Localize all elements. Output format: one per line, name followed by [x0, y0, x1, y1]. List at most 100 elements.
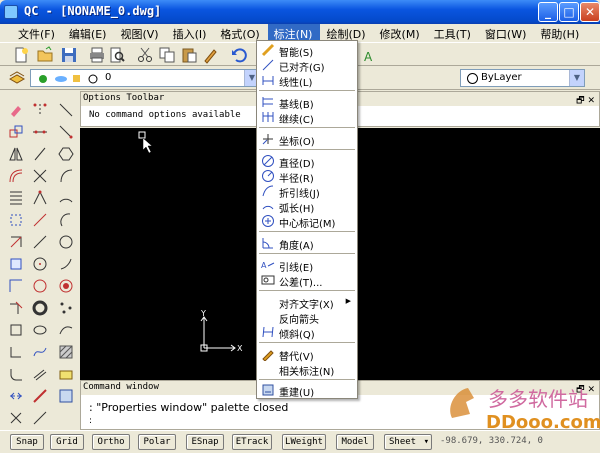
- grid-toggle[interactable]: Grid: [50, 434, 84, 450]
- maximize-button[interactable]: □: [559, 2, 579, 22]
- ray-icon[interactable]: [32, 146, 48, 162]
- point-icon[interactable]: [32, 102, 48, 118]
- menu-item-aligned[interactable]: 已对齐(G): [257, 57, 357, 74]
- menu-item-ordinate[interactable]: 坐标(O): [257, 131, 357, 148]
- menu-item-override[interactable]: 替代(V): [257, 346, 357, 363]
- menu-item-continue[interactable]: 继续(C): [257, 109, 357, 126]
- undo-icon[interactable]: [230, 46, 248, 64]
- menu-item-flip-arrow[interactable]: 反向箭头: [257, 309, 357, 326]
- menu-insert[interactable]: 插入(I): [167, 24, 215, 42]
- polar-toggle[interactable]: Polar: [138, 434, 176, 450]
- menu-view[interactable]: 视图(V): [114, 24, 166, 42]
- cut-icon[interactable]: [136, 46, 154, 64]
- layer-select[interactable]: 0 ▼: [30, 69, 260, 87]
- menu-edit[interactable]: 编辑(E): [63, 24, 115, 42]
- fillet-icon[interactable]: [8, 366, 24, 382]
- menu-item-radius[interactable]: 半径(R): [257, 168, 357, 185]
- save-icon[interactable]: [60, 46, 78, 64]
- line-icon[interactable]: [32, 234, 48, 250]
- color-select[interactable]: ByLayer ▼: [460, 69, 585, 87]
- menu-item-angular[interactable]: 角度(A): [257, 235, 357, 252]
- polyline-icon[interactable]: [32, 190, 48, 206]
- multiline-icon[interactable]: [32, 366, 48, 382]
- copy-icon[interactable]: [158, 46, 176, 64]
- move-icon[interactable]: [8, 212, 24, 228]
- revcloud-icon[interactable]: [58, 256, 74, 272]
- menu-item-oblique[interactable]: 倾斜(Q): [257, 324, 357, 341]
- chevron-down-icon[interactable]: ▼: [569, 70, 584, 86]
- close-button[interactable]: ✕: [580, 2, 600, 22]
- menu-file[interactable]: 文件(F): [0, 24, 63, 42]
- new-file-icon[interactable]: [12, 46, 30, 64]
- menu-item-align-text[interactable]: 对齐文字(X) ▶: [257, 294, 357, 311]
- layer-manager-icon[interactable]: [8, 69, 26, 87]
- match-properties-icon[interactable]: [202, 46, 220, 64]
- lweight-toggle[interactable]: LWeight: [282, 434, 326, 450]
- menu-item-tolerance[interactable]: 公差(T)...: [257, 272, 357, 289]
- ellipse-icon[interactable]: [32, 322, 48, 338]
- menu-item-jogged[interactable]: 折引线(J): [257, 183, 357, 200]
- menu-help[interactable]: 帮助(H): [534, 24, 587, 42]
- menu-modify[interactable]: 修改(M): [374, 24, 428, 42]
- menu-item-arc-length[interactable]: 弧长(H): [257, 198, 357, 215]
- line-tool-icon[interactable]: [58, 102, 74, 118]
- scale-icon[interactable]: [8, 256, 24, 272]
- menu-window[interactable]: 窗口(W): [479, 24, 534, 42]
- construction-line-icon[interactable]: [32, 168, 48, 184]
- arc-icon[interactable]: [58, 190, 74, 206]
- offset-icon[interactable]: [8, 168, 24, 184]
- ortho-toggle[interactable]: Ortho: [92, 434, 130, 450]
- etrack-toggle[interactable]: ETrack: [232, 434, 272, 450]
- print-preview-icon[interactable]: [108, 46, 126, 64]
- region-icon[interactable]: [58, 366, 74, 382]
- trim-icon[interactable]: [8, 300, 24, 316]
- open-file-icon[interactable]: [36, 46, 54, 64]
- hatch-icon[interactable]: [58, 344, 74, 360]
- sketch-icon[interactable]: [32, 388, 48, 404]
- menu-item-smart[interactable]: 智能(S): [257, 42, 357, 59]
- minimize-button[interactable]: _: [538, 2, 558, 22]
- erase-icon[interactable]: [8, 102, 24, 118]
- solid-icon[interactable]: [32, 410, 48, 426]
- xline-icon[interactable]: [32, 124, 48, 140]
- copy-object-icon[interactable]: [8, 124, 24, 140]
- insert-block-icon[interactable]: [58, 322, 74, 338]
- spline-icon[interactable]: [32, 344, 48, 360]
- menu-item-leader[interactable]: A 引线(E): [257, 257, 357, 274]
- extend-icon[interactable]: [8, 322, 24, 338]
- break-icon[interactable]: [8, 344, 24, 360]
- menu-item-diameter[interactable]: 直径(D): [257, 153, 357, 170]
- circle-icon[interactable]: [58, 234, 74, 250]
- menu-item-center-mark[interactable]: 中心标记(M): [257, 213, 357, 230]
- arc-start-icon[interactable]: [58, 212, 74, 228]
- circle-3pt-icon[interactable]: [32, 278, 48, 294]
- menu-item-linear[interactable]: 线性(L): [257, 72, 357, 89]
- construct-line-icon[interactable]: [58, 124, 74, 140]
- paste-icon[interactable]: [180, 46, 198, 64]
- menu-item-associative[interactable]: 相关标注(N): [257, 361, 357, 378]
- circle-center-icon[interactable]: [32, 256, 48, 272]
- menu-tools[interactable]: 工具(T): [428, 24, 479, 42]
- snap-toggle[interactable]: Snap: [10, 434, 44, 450]
- array-icon[interactable]: [8, 190, 24, 206]
- rotate-icon[interactable]: [8, 234, 24, 250]
- arc-3pt-icon[interactable]: [32, 212, 48, 228]
- polygon-icon[interactable]: [58, 146, 74, 162]
- title-bar: QC - [NONAME_0.dwg] _ □ ✕: [0, 0, 600, 24]
- wipeout-icon[interactable]: [58, 278, 74, 294]
- donut-icon[interactable]: [32, 300, 48, 316]
- print-icon[interactable]: [88, 46, 106, 64]
- menu-item-baseline[interactable]: 基线(B): [257, 94, 357, 111]
- rectangle-icon[interactable]: [58, 168, 74, 184]
- menu-item-regen[interactable]: 重建(U): [257, 382, 357, 399]
- mirror-icon[interactable]: [8, 146, 24, 162]
- properties-icon[interactable]: [8, 410, 24, 426]
- stretch-icon[interactable]: [8, 278, 24, 294]
- text-style-icon[interactable]: A: [362, 46, 380, 64]
- model-toggle[interactable]: Model: [336, 434, 374, 450]
- table-icon[interactable]: [58, 388, 74, 404]
- ellipse-arc-icon[interactable]: [58, 300, 74, 316]
- esnap-toggle[interactable]: ESnap: [186, 434, 224, 450]
- sheet-select[interactable]: Sheet ▾: [384, 434, 432, 450]
- explode-icon[interactable]: [8, 388, 24, 404]
